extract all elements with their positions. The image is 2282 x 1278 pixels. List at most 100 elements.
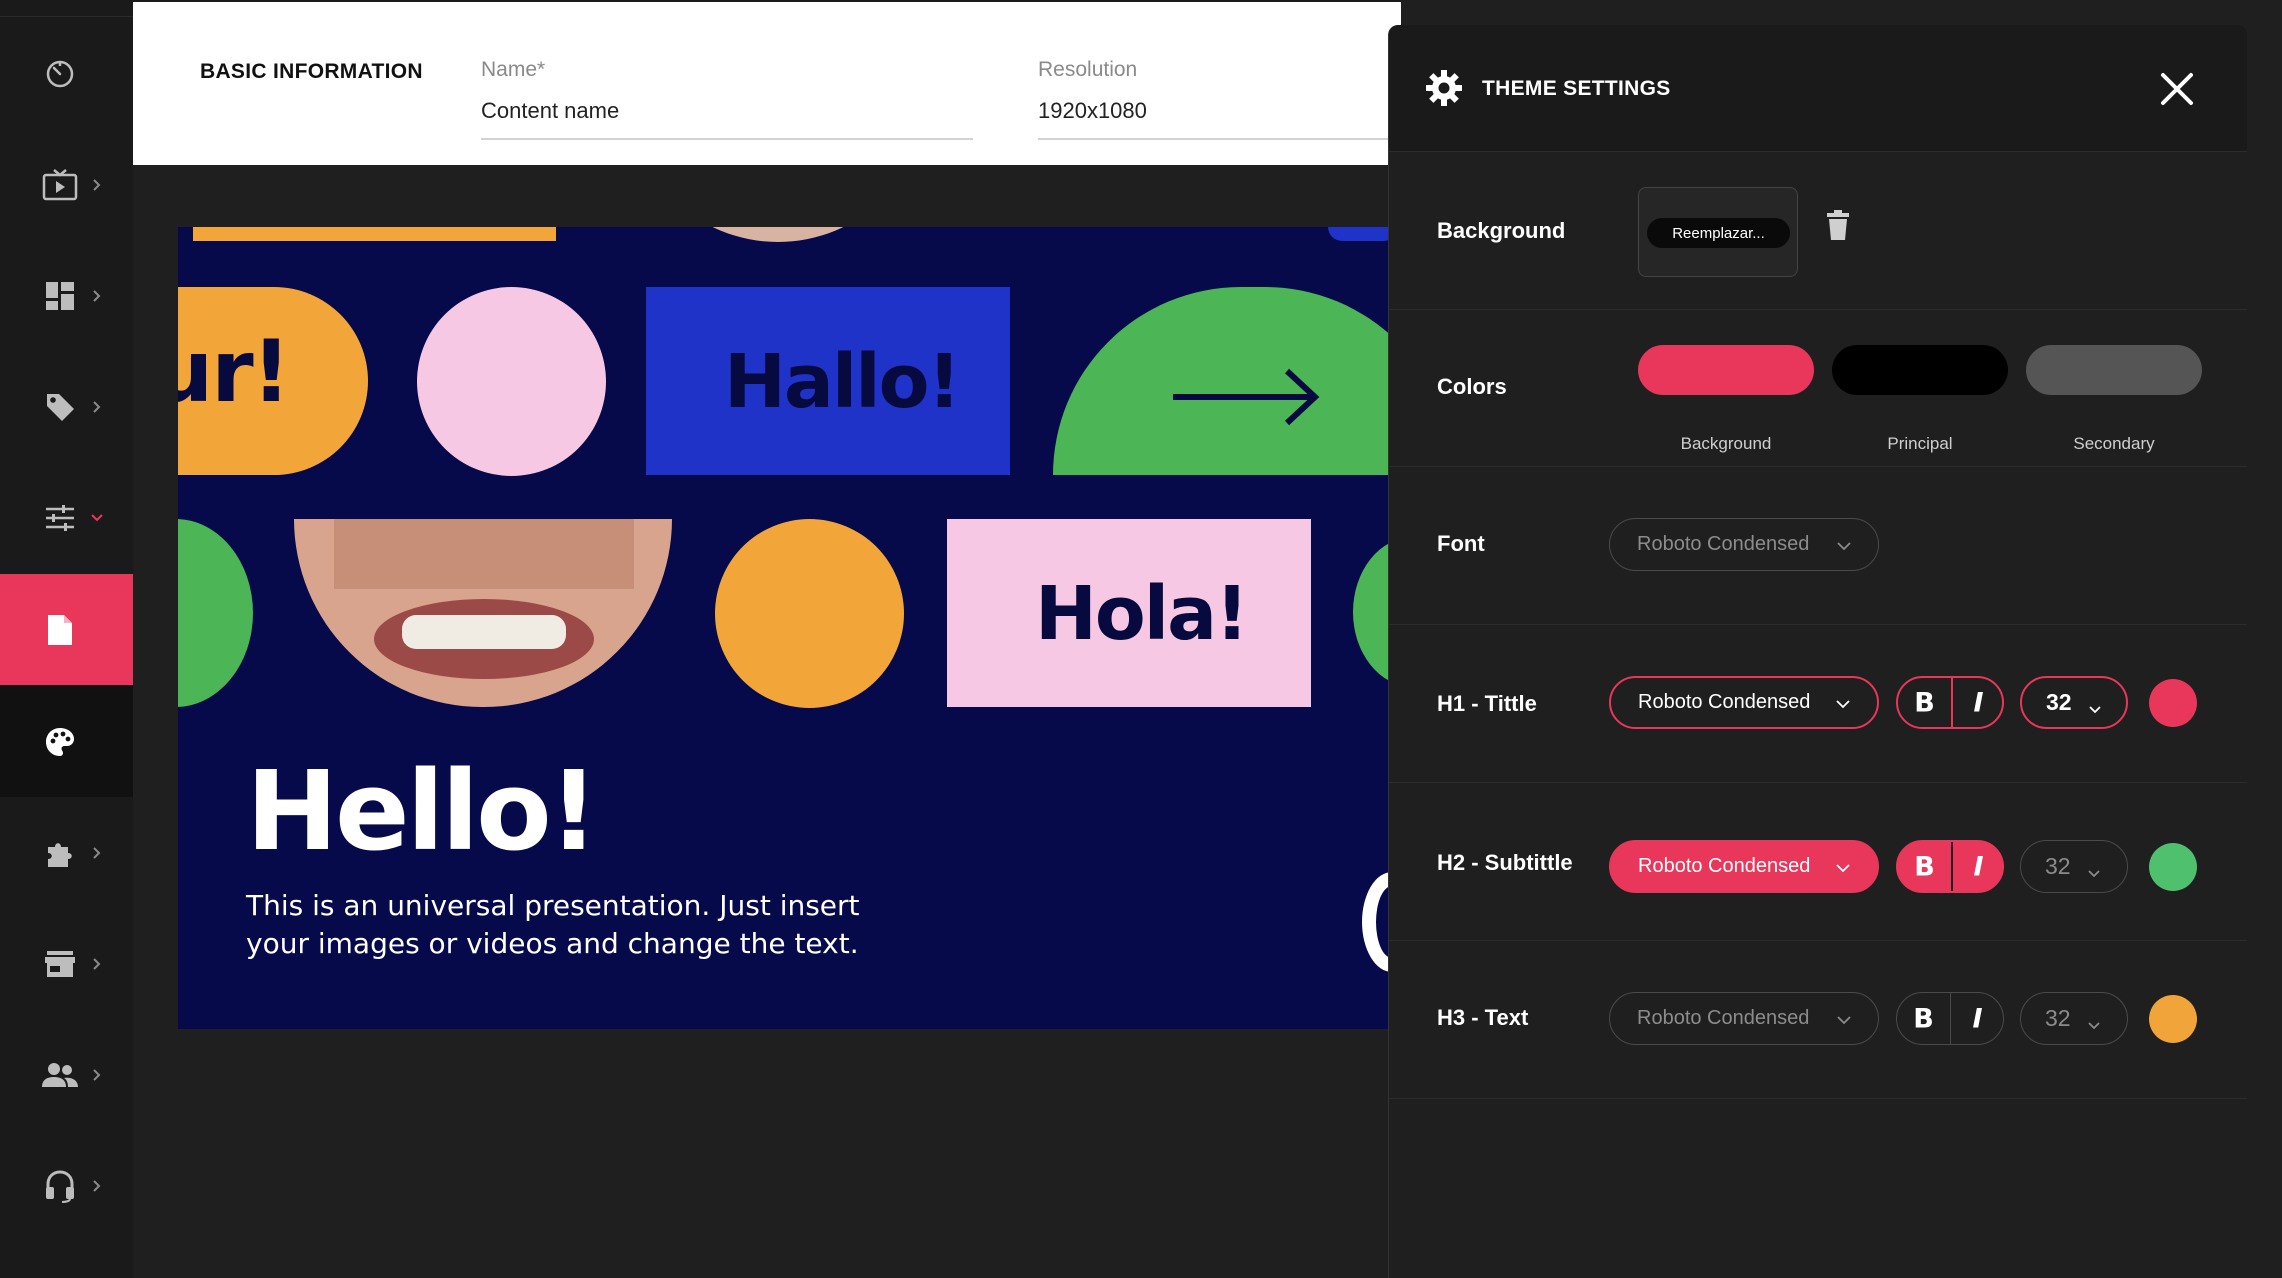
blue-rect-shape: Hallo! [646, 287, 1010, 475]
headline-text: Hello! [246, 747, 599, 875]
trash-icon[interactable] [1824, 210, 1852, 242]
sidebar-item-plugins[interactable] [0, 797, 133, 908]
hallo-text: Hallo! [724, 339, 961, 425]
name-field[interactable]: Name* Content name [481, 58, 973, 140]
chevron-right-icon [90, 1068, 104, 1082]
chevron-down-icon [1835, 859, 1851, 875]
basic-information-header: BASIC INFORMATION Name* Content name Res… [133, 0, 1458, 165]
chevron-down-icon [90, 511, 104, 525]
arrow-right-icon [1173, 368, 1320, 426]
replace-background-button[interactable]: Reemplazar... [1647, 218, 1790, 248]
hola-text: Hola! [1035, 571, 1249, 657]
font-label: Font [1437, 531, 1485, 556]
chevron-down-icon [1836, 537, 1852, 553]
chevron-right-icon [90, 400, 104, 414]
h1-bold-italic-toggle: B I [1896, 676, 2004, 729]
color-swatch-secondary[interactable] [2026, 345, 2202, 395]
h1-color-dot[interactable] [2149, 679, 2197, 727]
h3-italic-button[interactable]: I [1951, 1003, 2004, 1034]
h3-bold-italic-toggle: B I [1896, 992, 2004, 1045]
dashboard-icon [42, 56, 78, 92]
h1-size-select[interactable]: 32 [2020, 676, 2128, 729]
h1-font-select[interactable]: Roboto Condensed [1609, 676, 1879, 729]
sliders-icon [42, 500, 78, 536]
blue-top-shape [1328, 227, 1390, 241]
name-input[interactable]: Content name [481, 98, 973, 140]
sidebar-item-support[interactable] [0, 1130, 133, 1241]
font-select[interactable]: Roboto Condensed [1609, 518, 1879, 571]
pink-rect-shape: Hola! [947, 519, 1311, 707]
chevron-right-icon [90, 846, 104, 860]
sidebar-item-store[interactable] [0, 908, 133, 1019]
sidebar-item-theme[interactable] [0, 686, 133, 797]
app-root: BASIC INFORMATION Name* Content name Res… [0, 0, 2282, 1278]
sidebar-divider [0, 16, 133, 17]
h1-size-value: 32 [2046, 689, 2072, 715]
tv-play-icon [42, 167, 78, 203]
sidebar-item-content[interactable] [0, 574, 133, 685]
h2-font-select[interactable]: Roboto Condensed [1609, 840, 1879, 893]
h2-size-select[interactable]: 32 [2020, 840, 2128, 893]
h1-style-row: H1 - Tittle Roboto Condensed B I 32 [1389, 625, 2247, 783]
body-text: This is an universal presentation. Just … [246, 889, 860, 960]
h1-italic-button[interactable]: I [1952, 687, 2005, 718]
font-row: Font Roboto Condensed [1389, 467, 2247, 625]
face-top-shape [628, 227, 928, 242]
sidebar-item-dashboard[interactable] [0, 18, 133, 129]
h2-style-row: H2 - Subtittle Roboto Condensed B I 32 [1389, 783, 2247, 941]
layout-grid-icon [42, 278, 78, 314]
colors-label: Colors [1437, 374, 1507, 399]
h2-size-value: 32 [2045, 853, 2071, 879]
h3-font-select[interactable]: Roboto Condensed [1609, 992, 1879, 1045]
colors-row: Colors Background Principal Secondary [1389, 310, 2247, 467]
chevron-right-icon [90, 1179, 104, 1193]
sidebar-item-layouts[interactable] [0, 240, 133, 351]
users-icon [42, 1057, 78, 1093]
panel-header: THEME SETTINGS [1389, 25, 2247, 152]
h3-size-value: 32 [2045, 1005, 2071, 1031]
h3-bold-button[interactable]: B [1897, 1003, 1950, 1034]
background-row: Background Reemplazar... [1389, 152, 2247, 310]
h2-italic-button[interactable]: I [1952, 851, 2005, 882]
green-circle-left-shape [178, 519, 253, 707]
chevron-down-icon [2088, 696, 2102, 713]
background-label: Background [1437, 218, 1566, 243]
h3-size-select[interactable]: 32 [2020, 992, 2128, 1045]
color-swatch-background[interactable] [1638, 345, 1814, 395]
h2-color-dot[interactable] [2149, 843, 2197, 891]
chevron-right-icon [90, 957, 104, 971]
orange-circle-shape [715, 519, 904, 708]
color-swatch-principal-label: Principal [1887, 434, 1953, 453]
h1-bold-button[interactable]: B [1898, 687, 1951, 718]
h3-color-dot[interactable] [2149, 995, 2197, 1043]
font-select-value: Roboto Condensed [1637, 533, 1810, 555]
presentation-preview[interactable]: ur! Hallo! Hola! Hello! This is an unive… [178, 227, 1390, 1029]
color-swatch-background-label: Background [1680, 434, 1772, 453]
h3-style-row: H3 - Text Roboto Condensed B I 32 [1389, 941, 2247, 1099]
color-swatch-principal[interactable] [1832, 345, 2008, 395]
tag-icon [42, 389, 78, 425]
sidebar-item-media[interactable] [0, 129, 133, 240]
headset-icon [42, 1168, 78, 1204]
h1-font-value: Roboto Condensed [1638, 691, 1811, 713]
h2-font-value: Roboto Condensed [1638, 855, 1811, 877]
sidebar-item-settings[interactable] [0, 462, 133, 573]
color-swatch-secondary-label: Secondary [2073, 434, 2155, 453]
h3-font-value: Roboto Condensed [1637, 1007, 1810, 1029]
sidebar-item-users[interactable] [0, 1019, 133, 1130]
mouth-photo [294, 519, 672, 707]
sidebar-item-tags[interactable] [0, 351, 133, 462]
h2-label: H2 - Subtittle [1437, 850, 1573, 875]
chevron-down-icon [2087, 1012, 2101, 1029]
chevron-down-icon [1835, 695, 1851, 711]
h2-bold-button[interactable]: B [1898, 851, 1951, 882]
chevron-down-icon [2087, 860, 2101, 877]
close-icon[interactable] [2158, 70, 2196, 108]
palette-icon [42, 724, 78, 760]
white-ring-shape [1362, 872, 1390, 972]
green-circle-right-shape [1353, 537, 1390, 687]
background-thumbnail[interactable]: Reemplazar... [1638, 187, 1798, 277]
chevron-right-icon [90, 289, 104, 303]
sidebar [0, 0, 133, 1278]
h2-bold-italic-toggle: B I [1896, 840, 2004, 893]
